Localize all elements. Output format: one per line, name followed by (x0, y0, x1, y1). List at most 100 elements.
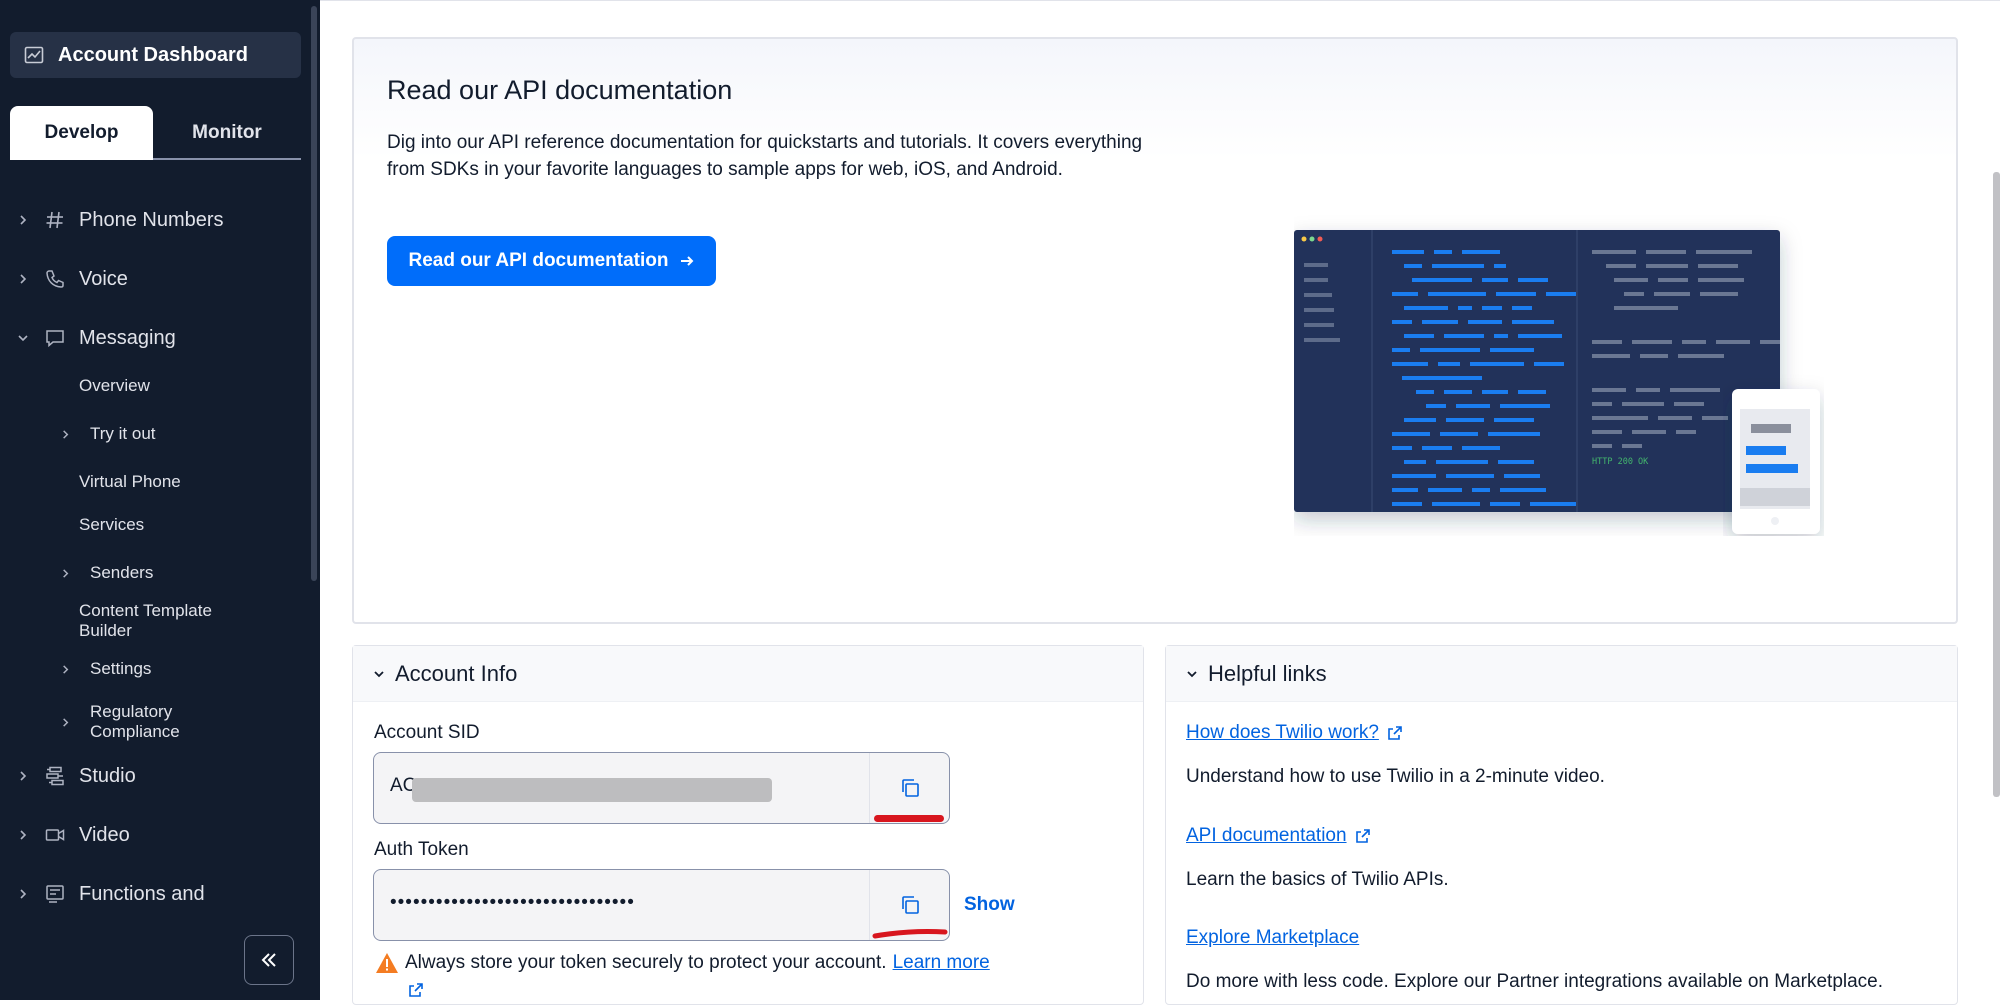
warning-icon (376, 953, 398, 973)
api-card-title: Read our API documentation (387, 75, 733, 105)
sidebar-subitem-settings[interactable]: Settings (0, 651, 260, 687)
sidebar-item-label: Voice (79, 267, 128, 290)
token-warning-text: Always store your token securely to prot… (405, 952, 887, 973)
sidebar-scrollbar[interactable] (311, 6, 317, 581)
helpful-link-api-documentation[interactable]: API documentation (1186, 825, 1371, 847)
chevron-right-icon (63, 568, 69, 578)
sidebar-tabs: Develop Monitor (10, 106, 301, 160)
read-api-docs-button[interactable]: Read our API documentation (387, 236, 716, 286)
sidebar-item-messaging[interactable]: Messaging (0, 318, 305, 358)
sidebar-item-studio[interactable]: Studio (0, 756, 305, 796)
tab-develop[interactable]: Develop (10, 106, 153, 160)
helpful-link-how-twilio-works[interactable]: How does Twilio work? (1186, 722, 1403, 744)
sidebar-subitem-label: Settings (90, 659, 152, 678)
collapse-sidebar-button[interactable] (244, 935, 294, 985)
chevron-right-icon (20, 771, 27, 781)
chevron-right-icon (63, 664, 69, 674)
helpful-link-description: Learn the basics of Twilio APIs. (1186, 869, 1449, 890)
sidebar-subitem-overview[interactable]: Overview (0, 368, 260, 404)
auth-token-field[interactable]: •••••••••••••••••••••••••••••••• (373, 869, 950, 941)
sidebar-subitem-label: Regulatory Compliance (90, 702, 180, 741)
chevron-right-icon (20, 889, 27, 899)
sidebar-item-voice[interactable]: Voice (0, 259, 305, 299)
flow-icon (46, 766, 64, 786)
page-scrollbar[interactable] (1993, 172, 2000, 797)
hash-icon (46, 211, 63, 229)
dashboard-icon (24, 46, 44, 64)
arrow-right-icon (680, 256, 693, 266)
annotation-underline-token (872, 929, 948, 939)
tabs-divider (153, 158, 301, 160)
sidebar-item-video[interactable]: Video (0, 815, 305, 855)
sidebar-subitem-try-it-out[interactable]: Try it out (0, 416, 260, 452)
account-dashboard-button[interactable]: Account Dashboard (10, 32, 301, 78)
api-code-illustration: HTTP 200 OK (1294, 230, 1820, 534)
copy-icon (901, 779, 919, 797)
external-link-icon[interactable] (408, 982, 424, 998)
sidebar-subitem-label: Virtual Phone (79, 472, 181, 491)
token-warning: Always store your token securely to prot… (375, 952, 990, 974)
annotation-underline-sid (874, 815, 944, 822)
show-token-button[interactable]: Show (964, 894, 1015, 916)
sidebar-item-functions[interactable]: Functions and (0, 874, 305, 914)
sidebar-item-phone-numbers[interactable]: Phone Numbers (0, 200, 305, 240)
http-status-text: HTTP 200 OK (1592, 457, 1649, 467)
helpful-link-description: Understand how to use Twilio in a 2-minu… (1186, 766, 1605, 787)
sidebar-subitem-label: Overview (79, 376, 150, 395)
account-info-header[interactable]: Account Info (353, 646, 1143, 702)
external-link-icon (1388, 726, 1402, 740)
chevron-right-icon (20, 215, 27, 225)
video-icon (45, 829, 65, 841)
learn-more-link[interactable]: Learn more (893, 952, 990, 974)
functions-icon (46, 885, 64, 903)
account-sid-label: Account SID (374, 722, 480, 743)
helpful-links-header[interactable]: Helpful links (1166, 646, 1957, 702)
tab-monitor[interactable]: Monitor (153, 106, 301, 160)
helpful-link-explore-marketplace[interactable]: Explore Marketplace (1186, 927, 1359, 949)
external-link-icon (1355, 829, 1370, 843)
chevron-down-icon (374, 670, 384, 677)
chevron-down-icon (1187, 670, 1197, 677)
copy-icon (901, 896, 919, 914)
sidebar-subitem-senders[interactable]: Senders (0, 555, 260, 591)
sidebar-item-label: Phone Numbers (79, 208, 224, 231)
sidebar-subitem-label: Senders (90, 563, 154, 582)
account-info-panel: Account Info (352, 645, 1144, 1005)
sidebar-item-label: Messaging (79, 326, 176, 349)
copy-sid-button[interactable] (869, 753, 949, 823)
phone-icon (46, 270, 64, 288)
chevron-right-icon (63, 429, 69, 439)
sidebar-item-label: Video (79, 823, 130, 846)
sidebar-item-label: Studio (79, 764, 136, 787)
sidebar: Account Dashboard Develop Monitor Phone … (0, 0, 320, 1000)
sidebar-subitem-label: Try it out (90, 424, 156, 443)
chevron-right-icon (20, 830, 27, 840)
top-divider (320, 0, 2000, 1)
auth-token-label: Auth Token (374, 839, 469, 860)
helpful-links-title: Helpful links (1208, 660, 1327, 686)
sidebar-item-label: Functions and (79, 882, 205, 905)
sidebar-subitem-regulatory-compliance[interactable]: Regulatory Compliance (0, 702, 260, 741)
double-chevron-left-icon (261, 953, 276, 967)
api-card-description: Dig into our API reference documentation… (387, 132, 1143, 180)
sidebar-subitem-content-template-builder[interactable]: Content Template Builder (0, 601, 260, 640)
helpful-link-text: Explore Marketplace (1186, 927, 1360, 948)
read-api-docs-label: Read our API documentation (408, 250, 669, 271)
helpful-link-text: API documentation (1186, 825, 1347, 846)
api-docs-card: Read our API documentation Dig into our … (352, 37, 1958, 624)
sidebar-subitem-label: Services (79, 515, 145, 534)
account-sid-redacted (412, 778, 772, 802)
account-sid-field[interactable]: AC (373, 752, 950, 824)
chevron-right-icon (63, 717, 69, 727)
account-dashboard-label: Account Dashboard (58, 43, 249, 66)
account-info-title: Account Info (395, 660, 518, 686)
helpful-link-description: Do more with less code. Explore our Part… (1186, 971, 1884, 992)
chevron-down-icon (18, 335, 28, 342)
sidebar-subitem-virtual-phone[interactable]: Virtual Phone (0, 464, 260, 500)
main-content: Read our API documentation Dig into our … (320, 0, 2000, 1005)
sidebar-subitem-label: Content Template Builder (79, 601, 212, 640)
helpful-link-text: How does Twilio work? (1186, 722, 1379, 743)
auth-token-value: •••••••••••••••••••••••••••••••• (390, 892, 635, 913)
sidebar-subitem-services[interactable]: Services (0, 507, 260, 543)
chevron-right-icon (20, 274, 27, 284)
